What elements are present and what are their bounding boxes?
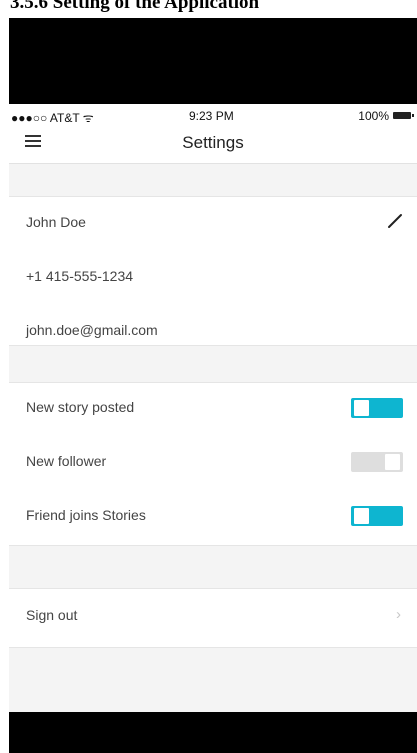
sign-out-row[interactable]: Sign out › xyxy=(9,588,417,646)
notification-label: New follower xyxy=(26,453,107,469)
profile-phone: +1 415-555-1234 xyxy=(26,268,134,284)
toggle-friend-joins[interactable] xyxy=(351,506,403,526)
notification-label: New story posted xyxy=(26,399,135,415)
page-title: Settings xyxy=(182,133,244,152)
notification-row-new-story: New story posted xyxy=(9,382,417,436)
notification-label: Friend joins Stories xyxy=(26,507,146,523)
sign-out-label: Sign out xyxy=(26,607,78,623)
caption-text: 3.5.6 Setting of the Application xyxy=(10,0,260,13)
notification-row-new-follower: New follower xyxy=(9,436,417,490)
profile-name-row[interactable]: John Doe xyxy=(9,197,417,251)
battery-icon xyxy=(393,112,414,119)
navigation-bar: Settings xyxy=(9,126,417,164)
pencil-icon[interactable] xyxy=(387,213,403,229)
section-spacer-profile xyxy=(9,164,417,197)
top-black-region xyxy=(9,18,417,104)
profile-name: John Doe xyxy=(26,214,86,230)
status-bar: ●●●○○ AT&T ᯤ 9:23 PM 100% xyxy=(9,104,417,126)
section-spacer-account-top xyxy=(9,545,417,578)
profile-phone-row[interactable]: +1 415-555-1234 xyxy=(9,251,417,305)
document-caption: 3.5.6 Setting of the Application xyxy=(0,0,417,18)
battery-percent: 100% xyxy=(358,109,389,123)
profile-email: john.doe@gmail.com xyxy=(26,322,158,338)
toggle-new-story[interactable] xyxy=(351,398,403,418)
bottom-black-region xyxy=(9,712,417,753)
notification-row-friend-joins: Friend joins Stories xyxy=(9,490,417,544)
phone-screen: ●●●○○ AT&T ᯤ 9:23 PM 100% Settings John … xyxy=(9,104,417,712)
toggle-new-follower[interactable] xyxy=(351,452,403,472)
section-spacer-notifications xyxy=(9,345,417,383)
status-time: 9:23 PM xyxy=(189,109,234,123)
carrier-signal: ●●●○○ AT&T ᯤ xyxy=(11,111,94,125)
chevron-right-icon: › xyxy=(396,606,401,623)
bottom-empty-area xyxy=(9,647,417,712)
